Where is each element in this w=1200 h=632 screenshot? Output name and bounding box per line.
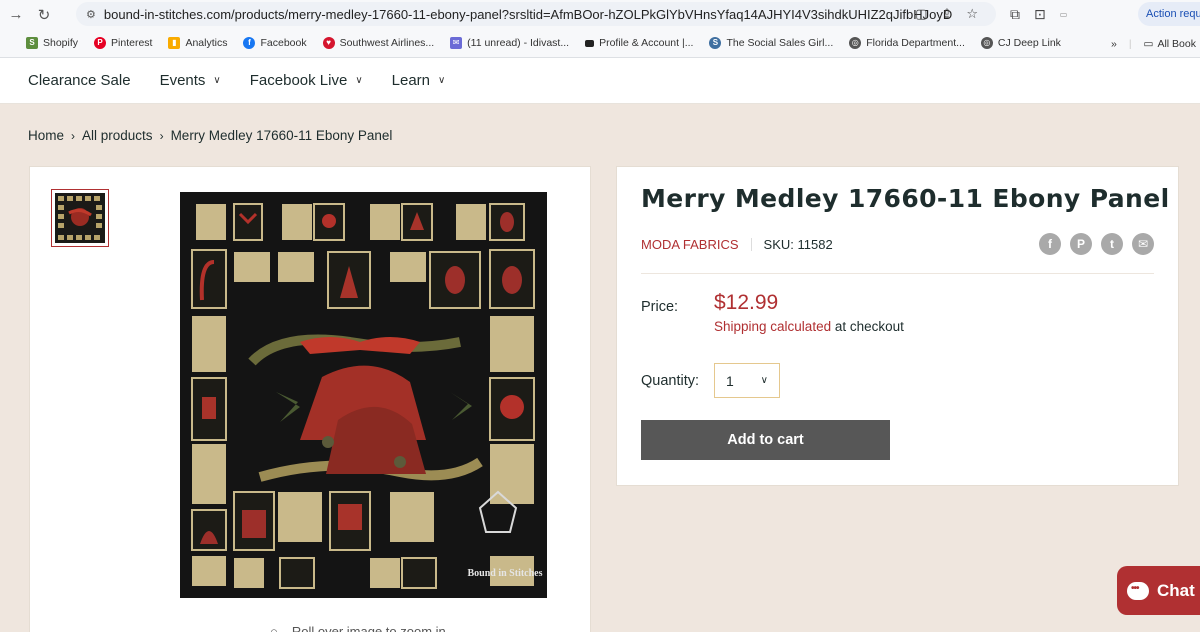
chat-bubble-icon	[1127, 581, 1149, 600]
nav-clearance-sale[interactable]: Clearance Sale	[28, 72, 131, 89]
shopify-icon: S	[26, 37, 38, 49]
chat-button[interactable]: Chat	[1117, 566, 1200, 615]
chevron-right-icon: ›	[159, 128, 164, 143]
nav-learn[interactable]: Learn ∨	[392, 72, 446, 89]
product-meta: MODA FABRICS SKU: 11582	[641, 237, 833, 252]
breadcrumb-current: Merry Medley 17660-11 Ebony Panel	[170, 128, 393, 143]
bookmark-shopify[interactable]: S Shopify	[26, 37, 78, 49]
profile-icon	[585, 39, 595, 47]
quantity-label: Quantity:	[641, 373, 700, 389]
vendor-link[interactable]: MODA FABRICS	[641, 237, 739, 252]
action-required-button[interactable]: Action requir	[1138, 2, 1200, 26]
breadcrumb-home[interactable]: Home	[28, 128, 64, 143]
more-bookmarks-button[interactable]: »	[1111, 38, 1117, 50]
share-buttons: f P t ✉	[1039, 233, 1154, 255]
bookmarks-bar: S Shopify P Pinterest ▮ Analytics f Facebook…	[0, 29, 1200, 58]
product-title: Merry Medley 17660-11 Ebony Panel	[641, 184, 1170, 213]
quantity-value: 1	[726, 372, 734, 389]
bookmark-cj[interactable]: ◎ CJ Deep Link	[980, 37, 1061, 49]
forward-icon[interactable]: →	[2, 1, 30, 29]
bookmark-analytics[interactable]: ▮ Analytics	[168, 37, 227, 49]
chevron-down-icon: ∨	[438, 75, 446, 86]
facebook-share-icon[interactable]: f	[1039, 233, 1061, 255]
southwest-icon: ♥	[322, 37, 335, 49]
product-info-card: Merry Medley 17660-11 Ebony Panel MODA F…	[616, 166, 1179, 486]
pinterest-icon: P	[94, 37, 107, 49]
bookmark-mail[interactable]: ✉ (11 unread) - Idivast...	[450, 37, 569, 49]
profile-icon[interactable]: ▭	[1060, 10, 1068, 19]
product-media-card: Bound in Stitches ○ Roll over image to z…	[29, 166, 591, 632]
url-text: bound-in-stitches.com/products/merry-med…	[103, 6, 953, 22]
bookmark-profile[interactable]: Profile & Account |...	[585, 37, 693, 49]
analytics-icon: ▮	[168, 37, 181, 49]
nav-events[interactable]: Events ∨	[160, 72, 221, 89]
price-label: Price:	[641, 299, 679, 315]
bookmark-pinterest[interactable]: P Pinterest	[94, 37, 152, 49]
side-panel-icon[interactable]: ⊡	[1034, 6, 1046, 23]
shipping-note: Shipping calculated at checkout	[714, 319, 904, 334]
twitter-share-icon[interactable]: t	[1101, 233, 1123, 255]
breadcrumb: Home › All products › Merry Medley 17660…	[28, 128, 392, 143]
mail-icon: ✉	[450, 37, 463, 49]
quantity-select[interactable]: 1 ∨	[714, 363, 780, 398]
product-thumbnail[interactable]	[51, 189, 109, 247]
chevron-right-icon: ›	[71, 128, 76, 143]
zoom-hint: ○ Roll over image to zoom in	[270, 624, 446, 632]
bookmark-facebook[interactable]: f Facebook	[243, 37, 307, 49]
folder-icon: ▭	[1143, 37, 1154, 50]
shipping-link[interactable]: Shipping calculated	[714, 319, 831, 334]
chevron-down-icon: ∨	[760, 375, 768, 386]
breadcrumb-all-products[interactable]: All products	[82, 128, 153, 143]
install-icon[interactable]: ⇪	[941, 6, 952, 22]
site-info-icon[interactable]: ⚙	[86, 8, 96, 21]
chevron-down-icon: ∨	[213, 75, 221, 86]
bookmark-star-icon[interactable]: ☆	[966, 6, 978, 22]
bookmark-southwest[interactable]: ♥ Southwest Airlines...	[322, 37, 434, 49]
shipping-suffix: at checkout	[831, 319, 904, 334]
address-bar[interactable]: ⚙ bound-in-stitches.com/products/merry-m…	[76, 2, 996, 26]
zoom-icon: ○	[270, 624, 278, 632]
chevron-down-icon: ∨	[355, 75, 363, 86]
bookmark-florida[interactable]: ◎ Florida Department...	[849, 37, 965, 49]
extensions-icon[interactable]: ⧉	[1010, 6, 1020, 23]
email-share-icon[interactable]: ✉	[1132, 233, 1154, 255]
all-bookmarks-button[interactable]: ▭ All Book	[1144, 38, 1196, 50]
divider	[641, 273, 1154, 274]
globe-icon: ◎	[849, 37, 862, 49]
product-price: $12.99	[714, 291, 779, 314]
pinterest-share-icon[interactable]: P	[1070, 233, 1092, 255]
thumbnail-image	[55, 193, 105, 243]
watermark-text: Bound in Stitches	[467, 568, 542, 579]
sku-text: SKU: 11582	[763, 237, 833, 252]
facebook-icon: f	[243, 37, 256, 49]
product-main-image[interactable]: Bound in Stitches	[180, 192, 547, 598]
site-nav: Clearance Sale Events ∨ Facebook Live ∨ Le…	[0, 58, 1200, 104]
reload-icon[interactable]: ↻	[30, 1, 58, 29]
nav-facebook-live[interactable]: Facebook Live ∨	[250, 72, 363, 89]
browser-toolbar: → ↻ ⚙ bound-in-stitches.com/products/mer…	[0, 0, 1200, 29]
shopping-bag-icon[interactable]: ▢	[915, 6, 927, 22]
add-to-cart-button[interactable]: Add to cart	[641, 420, 890, 460]
bookmark-social-sales[interactable]: S The Social Sales Girl...	[709, 37, 833, 49]
social-icon: S	[709, 37, 722, 49]
globe-icon: ◎	[980, 37, 993, 49]
meta-divider	[750, 238, 752, 251]
